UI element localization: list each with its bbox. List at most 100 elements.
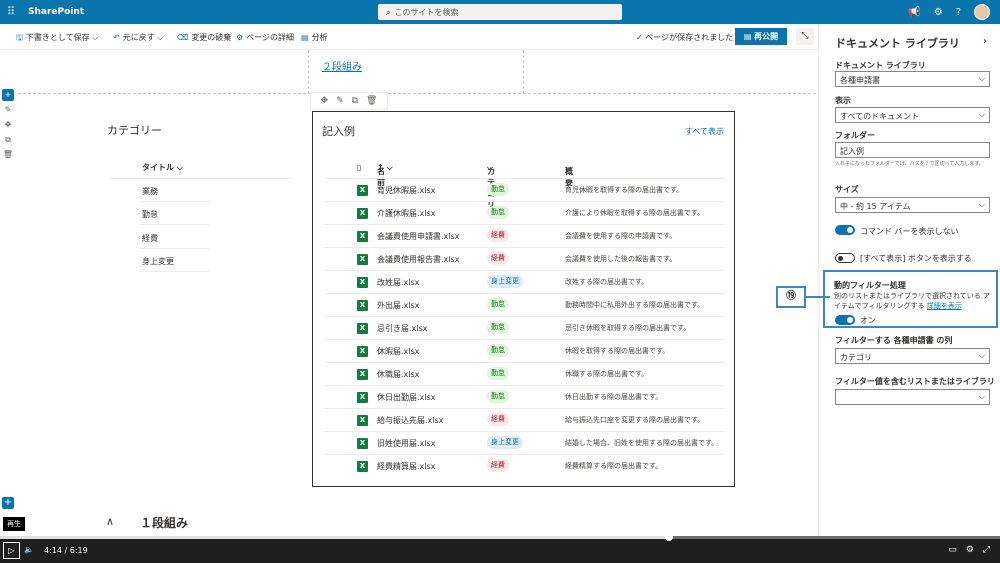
analytics-button[interactable]: ▤ 分析	[301, 32, 328, 43]
edit-section-icon[interactable]: ✎	[2, 104, 14, 116]
discard-button[interactable]: ⌫ 変更の破棄	[177, 32, 231, 43]
filter-column-dropdown[interactable]: カテゴリ ⌵	[835, 348, 990, 364]
title-column-header[interactable]: タイトル ⌵	[142, 162, 183, 173]
file-name[interactable]: 休日出勤届.xlsx	[377, 392, 435, 403]
callout-line	[806, 296, 830, 298]
highlight-box	[823, 270, 998, 328]
captions-icon[interactable]: ▭	[948, 545, 957, 555]
file-name[interactable]: 会議費使用申請書.xlsx	[377, 231, 459, 242]
page-details-label: ページの詳細	[246, 33, 295, 42]
file-name[interactable]: 改姓届.xlsx	[377, 277, 419, 288]
excel-file-icon: X	[357, 277, 368, 288]
table-row[interactable]: X 給与振込先届.xlsx 経費 給与振込先口座を変更する際の届出書です。	[325, 408, 725, 431]
table-row[interactable]: X 休暇届.xlsx 勤怠 休暇を取得する際の届出書です。	[325, 339, 725, 362]
volume-icon[interactable]: 🔈	[24, 545, 34, 554]
table-row[interactable]: X 改姓届.xlsx 身上変更 改姓する際の届出書です。	[325, 270, 725, 293]
category-tag: 経費	[487, 252, 509, 265]
show-seeall-toggle[interactable]	[835, 253, 855, 263]
edit-icon[interactable]: ✎	[336, 96, 344, 106]
discard-icon: ⌫	[177, 33, 189, 42]
app-launcher-icon[interactable]: ⠿	[7, 6, 15, 17]
library-value: 各種申請書	[840, 76, 880, 85]
category-webpart-title: カテゴリー	[107, 124, 162, 137]
category-tag: 勤怠	[487, 206, 509, 219]
table-row[interactable]: X 旧姓使用届.xlsx 身上変更 結婚した場合、旧姓を使用する際の届出書です。	[325, 431, 725, 454]
table-row[interactable]: X 経費精算届.xlsx 経費 経費精算する際の届出書です。	[325, 454, 725, 477]
column-divider	[308, 50, 309, 94]
table-row[interactable]: X 休日出勤届.xlsx 勤怠 休日出勤する際の届出書です。	[325, 385, 725, 408]
see-all-link[interactable]: すべて表示	[685, 126, 724, 137]
search-box[interactable]: ⌕ このサイトを検索	[378, 4, 622, 20]
category-item[interactable]: 身上変更	[142, 256, 174, 267]
gear-icon[interactable]: ⚙	[934, 7, 943, 18]
close-icon[interactable]: ›	[983, 36, 987, 47]
filter-list-dropdown[interactable]: ⌵	[835, 389, 990, 405]
collapse-icon[interactable]: ⤡	[796, 28, 814, 45]
library-dropdown[interactable]: 各種申請書 ⌵	[835, 71, 990, 87]
republish-button[interactable]: ▤ 再公開	[735, 28, 787, 45]
step-badge: ⑲	[776, 286, 806, 308]
summary-column-header[interactable]: 概要 ⌵	[565, 163, 573, 187]
file-name[interactable]: 忌引き届.xlsx	[377, 323, 427, 334]
table-row[interactable]: X 育児休暇届.xlsx 勤怠 育児休暇を取得する際の届出書です。	[325, 178, 725, 201]
file-name[interactable]: 給与振込先届.xlsx	[377, 415, 443, 426]
delete-section-icon[interactable]: 🗑	[2, 149, 14, 161]
save-draft-button[interactable]: 🖫 下書きとして保存 ⌵	[16, 32, 98, 46]
undo-button[interactable]: ↶ 元に戻す ⌵	[113, 32, 163, 43]
file-name[interactable]: 育児休暇届.xlsx	[377, 185, 435, 196]
size-label: サイズ	[835, 185, 859, 194]
category-item[interactable]: 経費	[142, 233, 158, 244]
file-name[interactable]: 旧姓使用届.xlsx	[377, 438, 435, 449]
undo-icon: ↶	[113, 33, 120, 42]
progress-fill	[0, 536, 669, 539]
category-item[interactable]: 勤怠	[142, 209, 158, 220]
help-icon[interactable]: ?	[956, 7, 961, 18]
page-details-button[interactable]: ⚙ ページの詳細	[236, 32, 294, 43]
folder-input[interactable]: 記入例	[835, 142, 990, 158]
move-section-icon[interactable]: ✥	[2, 119, 14, 131]
settings-icon[interactable]: ⚙	[966, 545, 974, 555]
duplicate-section-icon[interactable]: ⧉	[2, 134, 14, 146]
chevron-up-icon[interactable]: ∧	[106, 515, 114, 528]
delete-icon[interactable]: 🗑	[366, 96, 377, 106]
folder-hint: 入れ子になったフォルダーでは、パスを / で区切って入力します。	[835, 161, 984, 167]
duplicate-icon[interactable]: ⧉	[352, 96, 358, 106]
file-summary: 給与振込先口座を変更する際の届出書です。	[565, 416, 705, 424]
save-status: ✓ ページが保存されました	[636, 33, 734, 42]
play-icon[interactable]: ▷	[3, 542, 20, 559]
hide-commandbar-toggle[interactable]	[835, 225, 855, 235]
table-row[interactable]: X 忌引き届.xlsx 勤怠 忌引き休暇を取得する際の届出書です。	[325, 316, 725, 339]
megaphone-icon[interactable]: 📢	[908, 7, 920, 18]
move-icon[interactable]: ✥	[321, 96, 329, 106]
column-divider	[523, 50, 524, 94]
table-row[interactable]: X 会議費使用申請書.xlsx 経費 会議費を使用する際の申請書です。	[325, 224, 725, 247]
name-column-header[interactable]: 名前 ↑ ⌵	[377, 163, 393, 187]
brand-name[interactable]: SharePoint	[28, 7, 84, 17]
category-item[interactable]: 業務	[142, 186, 158, 197]
fullscreen-icon[interactable]: ⤢	[983, 545, 990, 555]
document-library-webpart[interactable]: 記入例 すべて表示 ▯ 名前 ↑ ⌵ カテゴリ ⌵ 概要 ⌵ X 育児休暇届.xl…	[312, 111, 735, 487]
file-name[interactable]: 休暇届.xlsx	[377, 346, 419, 357]
table-row[interactable]: X 外出届.xlsx 勤怠 勤務時間中に私用外出する際の届出書です。	[325, 293, 725, 316]
category-tag: 勤怠	[487, 367, 509, 380]
file-name[interactable]: 会議費使用報告書.xlsx	[377, 254, 459, 265]
file-name[interactable]: 休職届.xlsx	[377, 369, 419, 380]
view-dropdown[interactable]: すべてのドキュメント ⌵	[835, 107, 990, 123]
progress-knob[interactable]	[665, 533, 673, 541]
file-name[interactable]: 介護休暇届.xlsx	[377, 208, 435, 219]
add-section-icon[interactable]: +	[2, 497, 14, 509]
filter-column-value: カテゴリ	[840, 353, 872, 362]
file-name[interactable]: 外出届.xlsx	[377, 300, 419, 311]
two-column-link[interactable]: ２段組み	[322, 58, 362, 73]
category-tag: 身上変更	[487, 275, 523, 288]
size-dropdown[interactable]: 中 - 約 15 アイテム ⌵	[835, 197, 990, 213]
avatar[interactable]	[974, 4, 990, 20]
table-row[interactable]: X 休職届.xlsx 勤怠 休職する際の届出書です。	[325, 362, 725, 385]
category-column-header[interactable]: カテゴリ ⌵	[487, 163, 495, 209]
table-row[interactable]: X 介護休暇届.xlsx 勤怠 介護により休暇を取得する際の届出書です。	[325, 201, 725, 224]
add-section-icon[interactable]: +	[2, 89, 14, 101]
section-toolbar: + ✎ ✥ ⧉ 🗑	[0, 86, 16, 164]
file-name[interactable]: 経費精算届.xlsx	[377, 461, 435, 472]
table-row[interactable]: X 会議費使用報告書.xlsx 経費 会議費を使用した後の報告書です。	[325, 247, 725, 270]
doclib-title: 記入例	[322, 125, 355, 138]
